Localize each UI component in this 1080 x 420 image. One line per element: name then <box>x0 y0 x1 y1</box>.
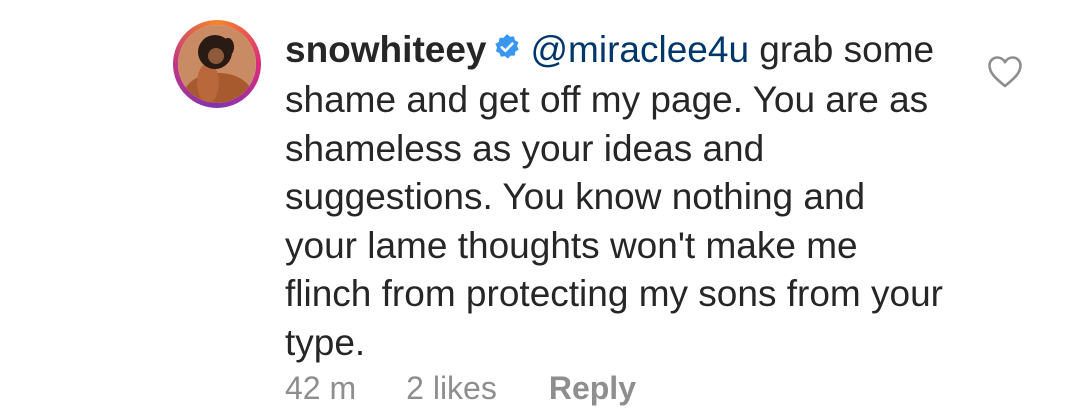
comment: snowhiteey @miraclee4u grab some shame a… <box>0 0 1080 420</box>
comment-meta: 42 m 2 likes Reply <box>285 370 636 407</box>
reply-button[interactable]: Reply <box>549 370 636 407</box>
comment-text: grab some shame and get off my page. You… <box>285 29 943 363</box>
username[interactable]: snowhiteey <box>285 29 487 70</box>
heart-outline-icon[interactable] <box>987 55 1023 89</box>
timestamp: 42 m <box>285 370 357 406</box>
verified-badge-icon <box>493 25 521 74</box>
likes-count[interactable]: 2 likes <box>406 370 497 407</box>
avatar[interactable] <box>173 20 261 108</box>
avatar-image <box>178 25 256 103</box>
mention-link[interactable]: @miraclee4u <box>531 29 750 70</box>
comment-body: snowhiteey @miraclee4u grab some shame a… <box>285 26 945 367</box>
